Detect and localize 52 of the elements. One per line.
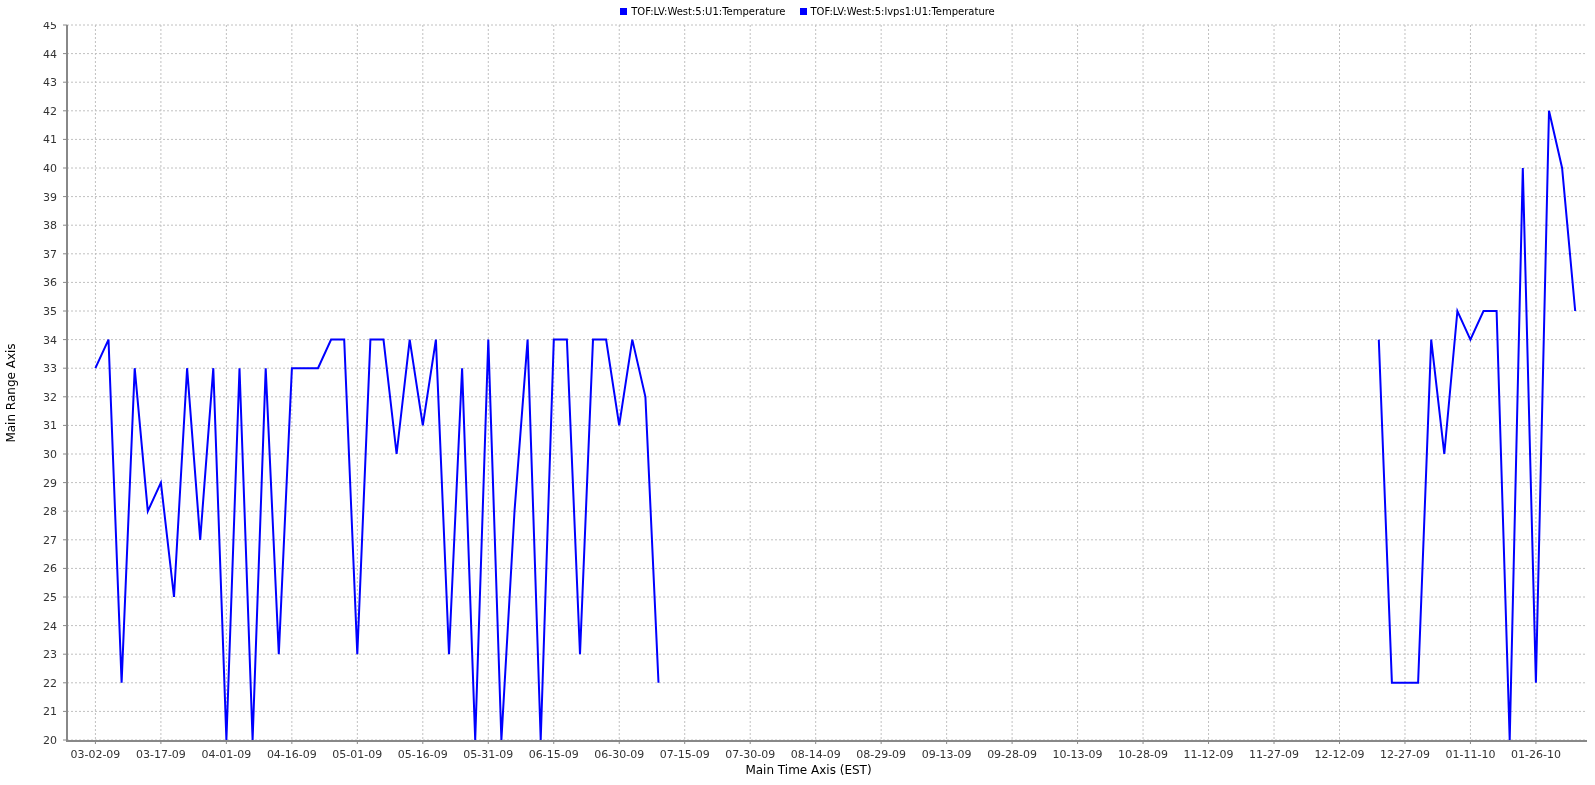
tick-label: 11-27-09 (1249, 748, 1299, 761)
tick-label: 27 (43, 533, 57, 547)
tick-label: 39 (43, 190, 57, 204)
tick-label: 28 (43, 505, 57, 519)
tick-label: 32 (43, 390, 57, 404)
tick-label: 44 (43, 47, 57, 61)
legend-label: TOF:LV:West:5:U1:Temperature (631, 5, 786, 17)
tick-label: 05-16-09 (397, 748, 448, 761)
tick-label: 35 (43, 305, 57, 318)
tick-label: 07-30-09 (725, 748, 776, 761)
tick-label: 10-13-09 (1052, 748, 1103, 761)
tick-label: 08-29-09 (856, 748, 907, 761)
tick-label: 06-30-09 (594, 748, 645, 761)
tick-label: 08-14-09 (790, 748, 841, 761)
tick-label: 31 (43, 419, 57, 433)
tick-label: 41 (43, 133, 57, 147)
y-axis-title: Main Range Axis (4, 342, 18, 443)
tick-label: 12-27-09 (1380, 748, 1430, 761)
tick-label: 03-17-09 (135, 748, 186, 761)
x-axis-title: Main Time Axis (EST) (745, 763, 872, 777)
tick-label: 06-15-09 (528, 748, 579, 761)
tick-label: 12-12-09 (1314, 748, 1365, 761)
tick-label: 04-01-09 (201, 748, 252, 761)
tick-label: 30 (43, 448, 57, 461)
tick-label: 23 (43, 648, 57, 662)
tick-label: 07-15-09 (659, 748, 710, 761)
tick-label: 24 (43, 619, 57, 633)
tick-label: 43 (43, 76, 57, 90)
tick-label: 05-31-09 (463, 748, 514, 761)
tick-label: 40 (43, 162, 57, 175)
tick-label: 11-12-09 (1183, 748, 1234, 761)
tick-label: 33 (43, 362, 57, 376)
tick-label: 42 (43, 104, 57, 118)
tick-label: 03-02-09 (70, 748, 121, 761)
tick-label: 01-11-10 (1445, 748, 1496, 761)
tick-label: 01-26-10 (1510, 748, 1561, 761)
tick-label: 36 (43, 276, 57, 290)
tick-label: 04-16-09 (266, 748, 317, 761)
tick-label: 34 (43, 333, 57, 347)
tick-label: 22 (43, 676, 57, 690)
tick-label: 26 (43, 562, 57, 576)
tick-label: 10-28-09 (1118, 748, 1169, 761)
legend-label: TOF:LV:West:5:lvps1:U1:Temperature (810, 5, 995, 17)
tick-label: 20 (43, 734, 57, 747)
tick-label: 38 (43, 219, 57, 233)
tick-label: 25 (43, 591, 57, 604)
tick-label: 09-28-09 (987, 748, 1038, 761)
tick-label: 05-01-09 (332, 748, 383, 761)
tick-label: 37 (43, 247, 57, 261)
tick-label: 09-13-09 (921, 748, 972, 761)
tick-label: 21 (43, 705, 57, 719)
tick-label: 29 (43, 476, 57, 490)
